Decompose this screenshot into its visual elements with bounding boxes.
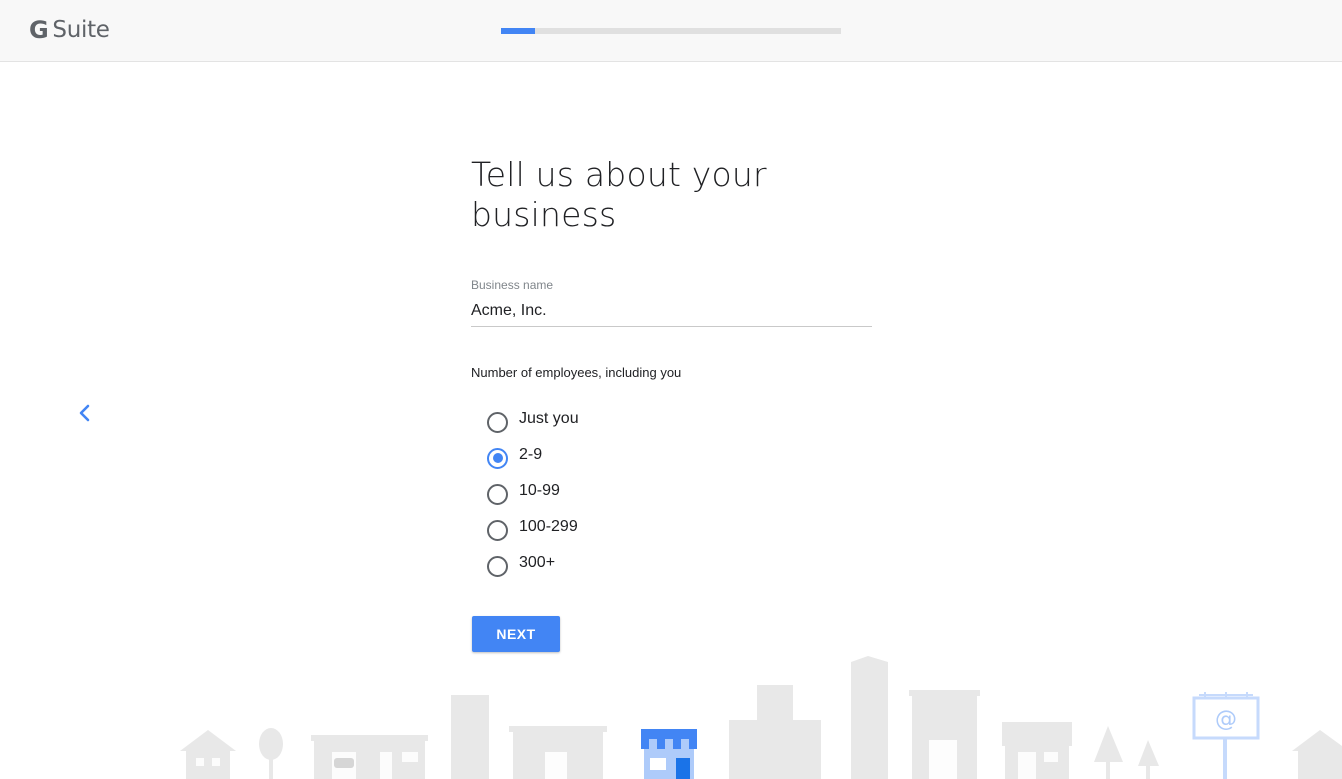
employees-question: Number of employees, including you bbox=[471, 365, 682, 380]
city-skyline-illustration: @ bbox=[180, 656, 1342, 779]
main-content: Tell us about your business bbox=[471, 155, 873, 235]
radio-label: 300+ bbox=[519, 554, 556, 571]
office-tower-illustration bbox=[451, 695, 489, 779]
radio-option-300-plus[interactable]: 300+ bbox=[487, 548, 579, 584]
right-shop-illustration bbox=[1002, 722, 1072, 779]
radio-option-100-299[interactable]: 100-299 bbox=[487, 512, 579, 548]
page-title: Tell us about your business bbox=[471, 155, 767, 234]
house-illustration bbox=[180, 730, 236, 779]
chevron-left-icon bbox=[79, 404, 90, 422]
tree-illustration bbox=[259, 728, 283, 779]
billboard-at-symbol: @ bbox=[1215, 707, 1237, 732]
employees-radio-group: Just you 2-9 10-99 100-299 300+ bbox=[487, 404, 579, 584]
business-name-field: Business name bbox=[471, 278, 873, 327]
radio-option-just-you[interactable]: Just you bbox=[487, 404, 579, 440]
business-name-label: Business name bbox=[471, 278, 554, 292]
radio-option-2-9[interactable]: 2-9 bbox=[487, 440, 579, 476]
radio-button[interactable] bbox=[487, 411, 508, 433]
logo-g-letter: G bbox=[29, 16, 49, 44]
pine-tree-illustration bbox=[1138, 740, 1159, 779]
business-name-input[interactable] bbox=[471, 298, 872, 327]
gsuite-logo: G Suite bbox=[29, 14, 110, 46]
radio-label: 10-99 bbox=[519, 482, 560, 499]
radio-button[interactable] bbox=[487, 555, 508, 577]
radio-button[interactable] bbox=[487, 447, 508, 469]
far-right-house-illustration bbox=[1292, 730, 1342, 779]
radio-label: Just you bbox=[519, 410, 579, 427]
stepped-building-illustration bbox=[729, 685, 821, 779]
radio-button[interactable] bbox=[487, 483, 508, 505]
radio-option-10-99[interactable]: 10-99 bbox=[487, 476, 579, 512]
billboard-illustration: @ bbox=[1192, 692, 1260, 779]
radio-label: 2-9 bbox=[519, 446, 543, 463]
top-bar: G Suite bbox=[0, 0, 1342, 62]
logo-text: Suite bbox=[52, 17, 110, 43]
pine-tree-illustration bbox=[1094, 726, 1123, 779]
setup-progress-bar bbox=[501, 28, 841, 34]
radio-label: 100-299 bbox=[519, 518, 578, 535]
skyscraper-illustration bbox=[851, 656, 888, 779]
back-button[interactable] bbox=[72, 400, 96, 426]
radio-button[interactable] bbox=[487, 519, 508, 541]
storefront-illustration bbox=[641, 729, 697, 779]
setup-progress-fill bbox=[501, 28, 535, 34]
